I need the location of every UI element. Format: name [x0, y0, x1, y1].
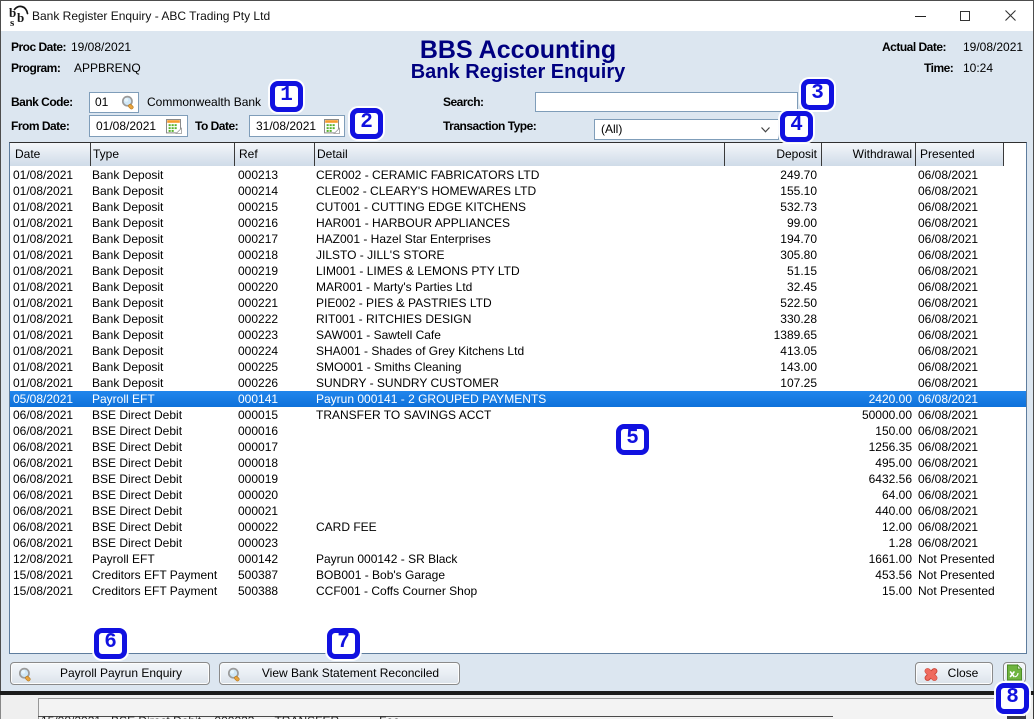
svg-text:b: b — [17, 10, 24, 25]
svg-text:s: s — [10, 17, 15, 28]
